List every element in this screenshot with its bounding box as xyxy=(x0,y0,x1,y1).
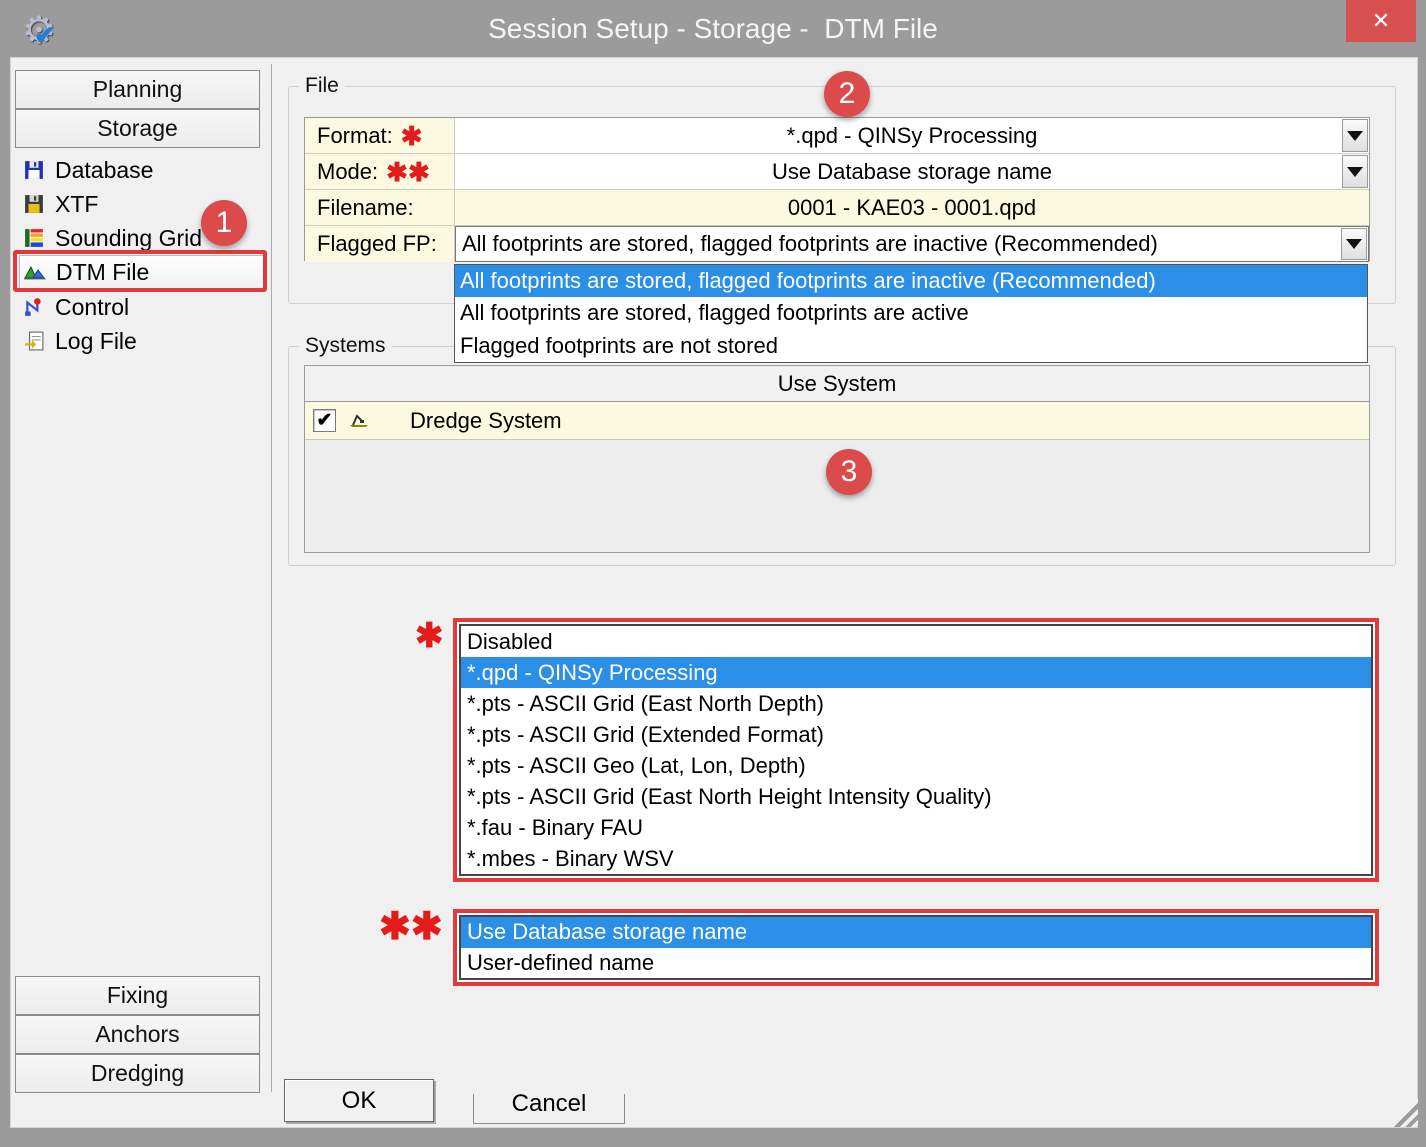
filename-value: 0001 - KAE03 - 0001.qpd xyxy=(455,190,1369,225)
format-required-marker: ✱ xyxy=(401,123,423,149)
sidebar-item-log-file[interactable]: Log File xyxy=(19,324,265,358)
sidebar-item-label: Database xyxy=(55,157,153,184)
close-button[interactable]: ✕ xyxy=(1346,0,1416,42)
sidebar-item-label: XTF xyxy=(55,191,98,218)
mode-label: Mode: ✱✱ xyxy=(305,154,455,189)
sidebar-section-anchors[interactable]: Anchors xyxy=(15,1015,260,1054)
mode-list-highlight-box: Use Database storage name User-defined n… xyxy=(453,909,1379,986)
sidebar-item-label: Log File xyxy=(55,328,137,355)
dredge-system-checkbox[interactable]: ✔ xyxy=(313,409,336,432)
list-item[interactable]: *.pts - ASCII Grid (East North Depth) xyxy=(461,688,1371,719)
resize-grip[interactable] xyxy=(1389,1098,1418,1127)
list-item[interactable]: *.mbes - Binary WSV xyxy=(461,843,1371,874)
flagged-fp-dropdown-list: All footprints are stored, flagged footp… xyxy=(454,264,1368,363)
dialog-body: Planning Storage Database XTF Sounding G… xyxy=(10,57,1418,1128)
list-item[interactable]: *.pts - ASCII Grid (East North Height In… xyxy=(461,781,1371,812)
dropdown-option[interactable]: All footprints are stored, flagged footp… xyxy=(455,265,1367,297)
dtm-file-highlight-box xyxy=(13,250,267,292)
systems-group-legend: Systems xyxy=(299,334,392,358)
chevron-down-icon xyxy=(1346,239,1362,249)
mode-required-marker: ✱✱ xyxy=(386,159,430,185)
annotation-circle-2: 2 xyxy=(824,71,870,117)
mode-combo[interactable]: Use Database storage name xyxy=(455,154,1369,189)
sidebar-section-fixing[interactable]: Fixing xyxy=(15,976,260,1015)
format-list-marker: ✱ xyxy=(415,616,444,656)
mode-combo-arrow[interactable] xyxy=(1342,155,1368,188)
format-label: Format: ✱ xyxy=(305,118,455,153)
file-field-table: Format: ✱ *.qpd - QINSy Processing Mode:… xyxy=(304,117,1370,261)
window-title: Session Setup - Storage - DTM File xyxy=(0,13,1426,45)
list-item[interactable]: User-defined name xyxy=(461,948,1371,979)
flagged-fp-combo-arrow[interactable] xyxy=(1341,228,1367,260)
mode-row: Mode: ✱✱ Use Database storage name xyxy=(305,154,1369,190)
file-group-legend: File xyxy=(299,74,345,98)
dredge-system-row[interactable]: ✔ Dredge System xyxy=(305,402,1369,440)
floppy-yellow-icon xyxy=(23,193,45,215)
filename-label: Filename: xyxy=(305,190,455,225)
session-setup-dialog: ⚙ ✔ Session Setup - Storage - DTM File ✕… xyxy=(0,0,1426,1147)
list-item[interactable]: *.qpd - QINSy Processing xyxy=(461,657,1371,688)
sidebar-item-label: Control xyxy=(55,294,129,321)
sidebar-item-label: Sounding Grid xyxy=(55,225,202,252)
flagged-fp-combo[interactable]: All footprints are stored, flagged footp… xyxy=(455,226,1369,262)
sidebar-divider xyxy=(271,64,272,1092)
sidebar-item-database[interactable]: Database xyxy=(19,153,265,187)
filename-row: Filename: 0001 - KAE03 - 0001.qpd xyxy=(305,190,1369,226)
format-options-list: Disabled *.qpd - QINSy Processing *.pts … xyxy=(459,624,1373,876)
ok-button[interactable]: OK xyxy=(284,1079,434,1122)
sidebar-section-storage[interactable]: Storage xyxy=(15,109,260,148)
format-row: Format: ✱ *.qpd - QINSy Processing xyxy=(305,118,1369,154)
cancel-button[interactable]: Cancel xyxy=(473,1094,625,1124)
format-combo[interactable]: *.qpd - QINSy Processing xyxy=(455,118,1369,153)
flagged-fp-row: Flagged FP: All footprints are stored, f… xyxy=(305,226,1369,262)
chevron-down-icon xyxy=(1347,167,1363,177)
list-item[interactable]: *.pts - ASCII Grid (Extended Format) xyxy=(461,719,1371,750)
sidebar-item-control[interactable]: Control xyxy=(19,290,265,324)
chevron-down-icon xyxy=(1347,131,1363,141)
list-item[interactable]: *.fau - Binary FAU xyxy=(461,812,1371,843)
sidebar-section-dredging[interactable]: Dredging xyxy=(15,1054,260,1093)
log-file-icon xyxy=(23,330,45,352)
use-system-header: Use System xyxy=(305,366,1369,402)
dropdown-option[interactable]: Flagged footprints are not stored xyxy=(455,330,1367,362)
mode-list-marker: ✱✱ xyxy=(379,904,443,949)
dropdown-option[interactable]: All footprints are stored, flagged footp… xyxy=(455,297,1367,329)
format-combo-arrow[interactable] xyxy=(1342,119,1368,152)
annotation-circle-1: 1 xyxy=(201,200,247,246)
flagged-fp-label: Flagged FP: xyxy=(305,226,455,262)
control-points-icon xyxy=(23,296,45,318)
grid-rainbow-icon xyxy=(23,227,45,249)
dredge-icon xyxy=(348,408,370,434)
list-item[interactable]: *.pts - ASCII Geo (Lat, Lon, Depth) xyxy=(461,750,1371,781)
sidebar-section-planning[interactable]: Planning xyxy=(15,70,260,109)
floppy-blue-icon xyxy=(23,159,45,181)
dredge-system-label: Dredge System xyxy=(410,408,562,434)
format-list-highlight-box: Disabled *.qpd - QINSy Processing *.pts … xyxy=(453,618,1379,882)
mode-options-list: Use Database storage name User-defined n… xyxy=(459,915,1373,980)
annotation-circle-3: 3 xyxy=(826,449,872,495)
list-item[interactable]: Use Database storage name xyxy=(461,917,1371,948)
cancel-button-clipped: Cancel xyxy=(473,1094,625,1124)
list-item[interactable]: Disabled xyxy=(461,626,1371,657)
